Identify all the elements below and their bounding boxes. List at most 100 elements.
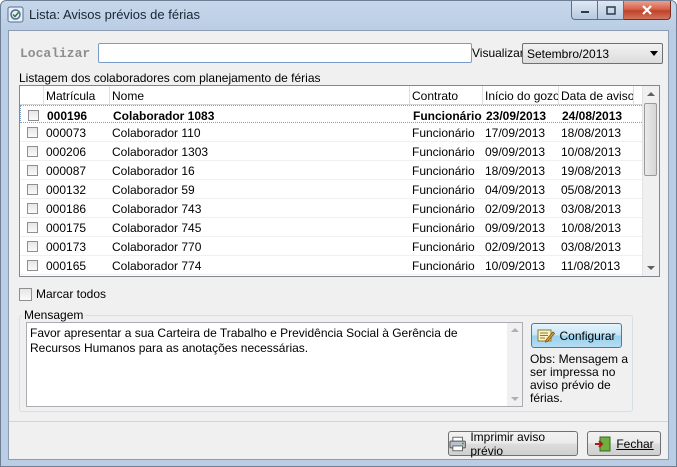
- scroll-up-icon[interactable]: [647, 92, 655, 96]
- table-row[interactable]: 000132 Colaborador 59 Funcionário 04/09/…: [20, 180, 646, 199]
- cell-contrato: Funcionário: [412, 259, 475, 273]
- bottom-separator: [9, 421, 668, 422]
- exit-door-icon: [595, 436, 611, 451]
- table-row[interactable]: 000087 Colaborador 16 Funcionário 18/09/…: [20, 161, 646, 180]
- cell-inicio: 09/09/2013: [485, 221, 546, 235]
- mensagem-text: Favor apresentar a sua Carteira de Traba…: [30, 326, 458, 355]
- cell-nome: Colaborador 59: [112, 183, 195, 197]
- cell-matricula: 000073: [46, 126, 87, 140]
- window-controls: [571, 1, 671, 21]
- column-header-check[interactable]: [20, 86, 44, 104]
- list-app-icon: [7, 6, 24, 23]
- row-checkbox[interactable]: [27, 203, 38, 214]
- colaboradores-grid[interactable]: Matrícula Nome Contrato Início do gozo D…: [19, 85, 660, 277]
- grid-caption: Listagem dos colaboradores com planejame…: [19, 71, 321, 85]
- maximize-icon: [605, 5, 616, 15]
- title-bar[interactable]: Lista: Avisos prévios de férias: [1, 1, 676, 30]
- imprimir-aviso-button[interactable]: Imprimir aviso prévio: [448, 429, 578, 458]
- table-row[interactable]: 000165 Colaborador 774 Funcionário 10/09…: [20, 256, 646, 275]
- cell-contrato: Funcionário: [412, 145, 475, 159]
- cell-matricula: 000165: [46, 259, 87, 273]
- visualizar-select[interactable]: Setembro/2013: [522, 43, 663, 64]
- cell-nome: Colaborador 745: [112, 221, 202, 235]
- visualizar-selected-value: Setembro/2013: [527, 47, 610, 61]
- cell-matricula: 000132: [46, 183, 87, 197]
- table-row[interactable]: 000196 Colaborador 1083 Funcionário 23/0…: [20, 105, 646, 123]
- cell-inicio: 18/09/2013: [485, 164, 546, 178]
- marcar-todos[interactable]: Marcar todos: [19, 287, 106, 301]
- table-row[interactable]: 000206 Colaborador 1303 Funcionário 09/0…: [20, 142, 646, 161]
- window-title: Lista: Avisos prévios de férias: [29, 7, 201, 22]
- grid-header: Matrícula Nome Contrato Início do gozo D…: [20, 86, 646, 105]
- column-header-inicio[interactable]: Início do gozo: [483, 86, 559, 104]
- mensagem-legend: Mensagem: [22, 308, 86, 322]
- fechar-button[interactable]: Fechar: [587, 431, 661, 456]
- close-button[interactable]: [624, 1, 671, 20]
- cell-aviso: 18/08/2013: [561, 126, 622, 140]
- row-checkbox[interactable]: [27, 222, 38, 233]
- table-row[interactable]: 000173 Colaborador 770 Funcionário 02/09…: [20, 237, 646, 256]
- cell-inicio: 17/09/2013: [485, 126, 546, 140]
- row-checkbox[interactable]: [27, 184, 38, 195]
- edit-message-icon: [537, 329, 556, 343]
- cell-contrato: Funcionário: [412, 164, 475, 178]
- table-row[interactable]: 000175 Colaborador 745 Funcionário 09/09…: [20, 218, 646, 237]
- printer-icon: [449, 436, 466, 451]
- row-checkbox[interactable]: [27, 241, 38, 252]
- column-header-contrato[interactable]: Contrato: [410, 86, 483, 104]
- mensagem-obs: Obs: Mensagem a ser impressa no aviso pr…: [530, 352, 629, 405]
- table-row[interactable]: 000186 Colaborador 743 Funcionário 02/09…: [20, 199, 646, 218]
- cell-aviso: 24/08/2013: [562, 109, 623, 123]
- cell-nome: Colaborador 1303: [112, 145, 209, 159]
- table-row[interactable]: 000073 Colaborador 110 Funcionário 17/09…: [20, 123, 646, 142]
- scrollbar-thumb[interactable]: [644, 103, 657, 176]
- mensagem-scrollbar[interactable]: [507, 323, 522, 406]
- minimize-button[interactable]: [571, 1, 598, 20]
- imprimir-label: Imprimir aviso prévio: [470, 429, 546, 458]
- cell-inicio: 04/09/2013: [485, 183, 546, 197]
- cell-inicio: 02/09/2013: [485, 240, 546, 254]
- cell-contrato: Funcionário: [412, 126, 475, 140]
- grid-scrollbar[interactable]: [642, 86, 659, 276]
- mensagem-textarea[interactable]: Favor apresentar a sua Carteira de Traba…: [26, 322, 523, 407]
- scroll-up-icon[interactable]: [511, 328, 519, 332]
- maximize-button[interactable]: [598, 1, 624, 20]
- cell-matricula: 000087: [46, 164, 87, 178]
- cell-contrato: Funcionário: [412, 202, 475, 216]
- cell-inicio: 09/09/2013: [485, 145, 546, 159]
- fechar-label: Fechar: [616, 436, 654, 451]
- row-checkbox[interactable]: [27, 165, 38, 176]
- localizar-label: Localizar: [20, 46, 91, 61]
- cell-aviso: 10/08/2013: [561, 145, 622, 159]
- cell-contrato: Funcionário: [412, 183, 475, 197]
- column-header-nome[interactable]: Nome: [110, 86, 410, 104]
- cell-aviso: 19/08/2013: [561, 164, 622, 178]
- row-checkbox[interactable]: [27, 146, 38, 157]
- cell-aviso: 03/08/2013: [561, 202, 622, 216]
- configurar-label: Configurar: [559, 328, 616, 343]
- cell-inicio: 10/09/2013: [485, 259, 546, 273]
- cell-aviso: 03/08/2013: [561, 240, 622, 254]
- cell-matricula: 000206: [46, 145, 87, 159]
- localizar-input[interactable]: [98, 43, 472, 63]
- grid-rows: 000196 Colaborador 1083 Funcionário 23/0…: [20, 105, 646, 275]
- marcar-todos-label: Marcar todos: [36, 287, 107, 301]
- cell-matricula: 000186: [46, 202, 87, 216]
- cell-nome: Colaborador 743: [112, 202, 202, 216]
- row-checkbox[interactable]: [27, 260, 38, 271]
- cell-nome: Colaborador 16: [112, 164, 195, 178]
- configurar-button[interactable]: Configurar: [531, 323, 622, 348]
- row-checkbox[interactable]: [27, 127, 38, 138]
- cell-aviso: 05/08/2013: [561, 183, 622, 197]
- visualizar-label: Visualizar: [472, 46, 524, 60]
- cell-nome: Colaborador 774: [112, 259, 202, 273]
- scroll-down-icon[interactable]: [647, 266, 655, 270]
- cell-aviso: 11/08/2013: [561, 259, 621, 273]
- column-header-matricula[interactable]: Matrícula: [44, 86, 110, 104]
- column-header-aviso[interactable]: Data de aviso: [559, 86, 634, 104]
- marcar-todos-checkbox[interactable]: [19, 287, 32, 301]
- scroll-down-icon[interactable]: [511, 397, 519, 401]
- close-icon: [642, 5, 652, 15]
- cell-nome: Colaborador 770: [112, 240, 202, 254]
- row-checkbox[interactable]: [28, 110, 39, 121]
